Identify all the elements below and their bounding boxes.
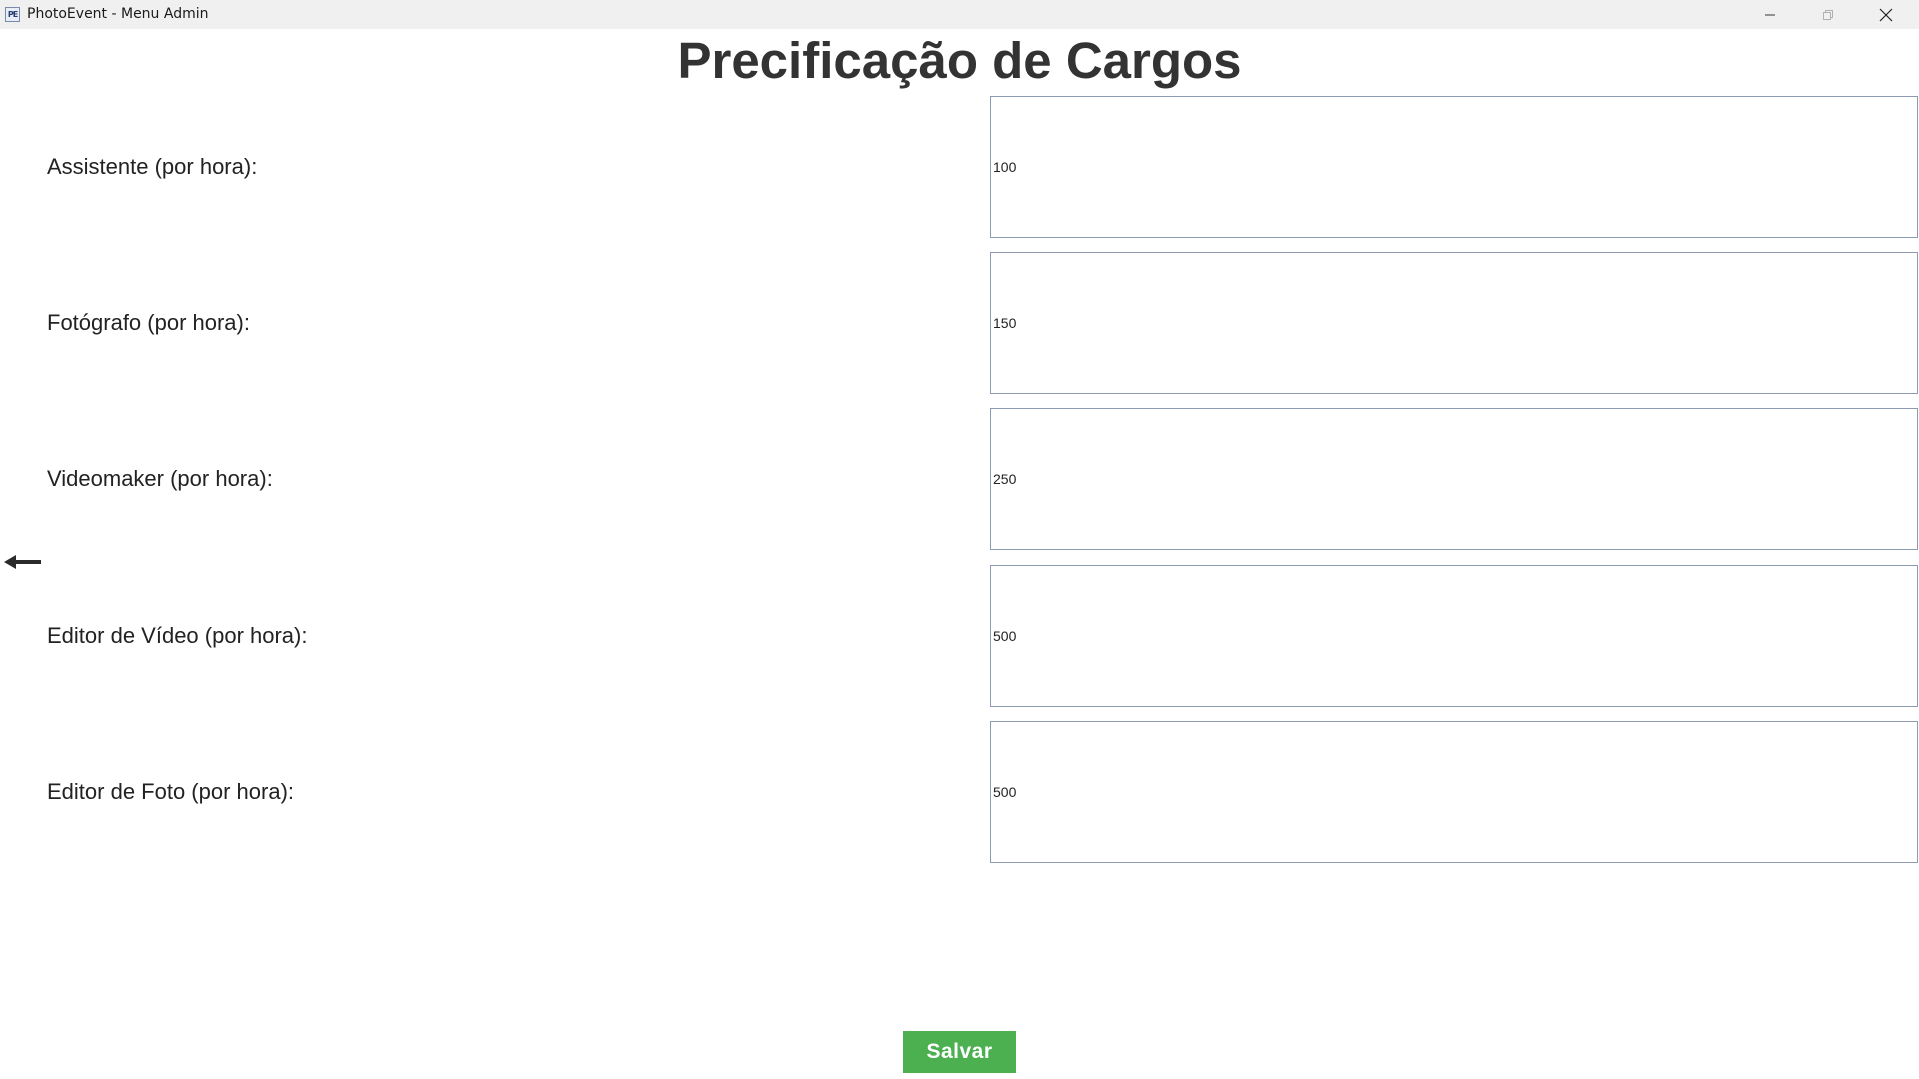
rate-label: Videomaker (por hora):: [47, 466, 273, 491]
save-button[interactable]: Salvar: [903, 1031, 1016, 1073]
close-icon: [1879, 8, 1893, 21]
app-logo-icon: PE: [5, 7, 20, 22]
rate-label: Editor de Vídeo (por hora):: [47, 623, 308, 648]
rate-row-fotografo: Fotógrafo (por hora):: [0, 252, 1919, 394]
rate-row-assistente: Assistente (por hora):: [0, 96, 1919, 238]
app-window: PE PhotoEvent - Menu Admin Precificação …: [0, 0, 1919, 1079]
minimize-button[interactable]: [1741, 0, 1799, 29]
page-title: Precificação de Cargos: [677, 32, 1242, 89]
rate-row-editor-foto: Editor de Foto (por hora):: [0, 721, 1919, 863]
editor-foto-rate-input[interactable]: [990, 721, 1918, 863]
maximize-icon: [1823, 9, 1833, 20]
rate-row-editor-video: Editor de Vídeo (por hora):: [0, 565, 1919, 707]
fotografo-rate-input[interactable]: [990, 252, 1918, 394]
rate-label: Fotógrafo (por hora):: [47, 310, 250, 335]
window-title: PhotoEvent - Menu Admin: [27, 6, 209, 22]
assistente-rate-input[interactable]: [990, 96, 1918, 238]
rate-row-videomaker: Videomaker (por hora):: [0, 408, 1919, 550]
rate-label: Editor de Foto (por hora):: [47, 779, 295, 804]
minimize-icon: [1765, 14, 1775, 15]
editor-video-rate-input[interactable]: [990, 565, 1918, 707]
maximize-button[interactable]: [1799, 0, 1857, 29]
rate-label: Assistente (por hora):: [47, 154, 258, 179]
videomaker-rate-input[interactable]: [990, 408, 1918, 550]
title-bar: PE PhotoEvent - Menu Admin: [0, 0, 1919, 29]
close-button[interactable]: [1857, 0, 1915, 29]
